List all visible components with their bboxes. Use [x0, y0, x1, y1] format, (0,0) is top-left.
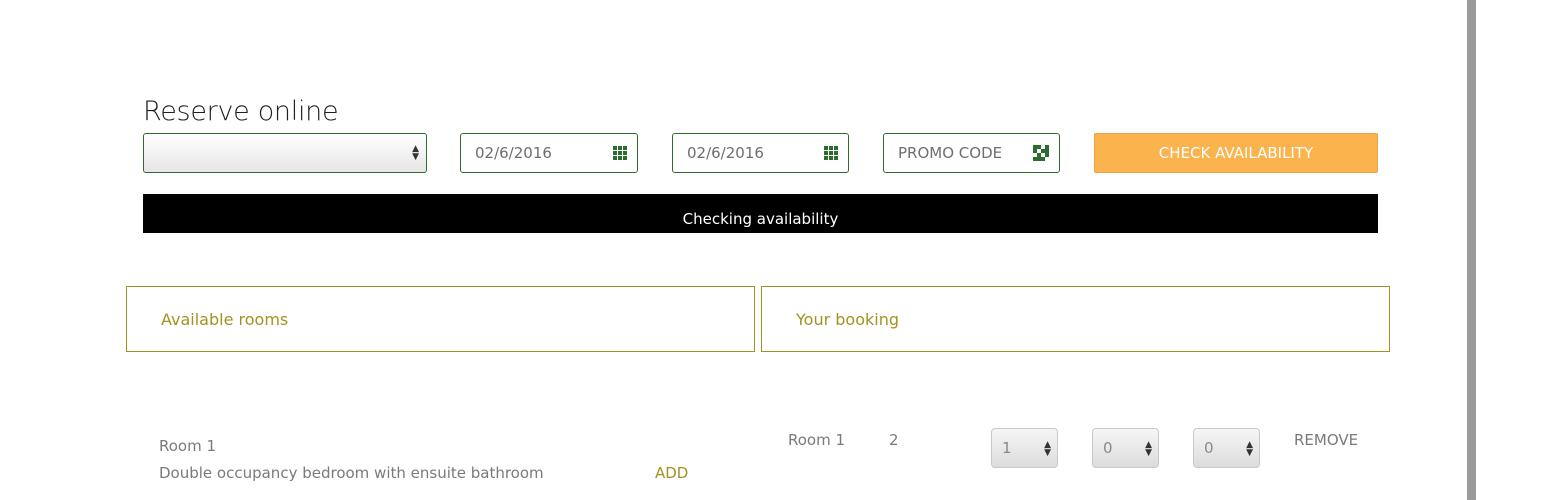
select-arrows-icon: ▲ ▼ — [1044, 440, 1051, 458]
available-rooms-panel: Available rooms — [126, 286, 755, 352]
qr-code-icon — [1033, 145, 1049, 161]
booking-select-2[interactable]: 0 ▲ ▼ — [1092, 428, 1159, 468]
check-availability-button[interactable]: CHECK AVAILABILITY — [1094, 133, 1378, 173]
booking-select-1[interactable]: 1 ▲ ▼ — [991, 428, 1058, 468]
remove-room-button[interactable]: REMOVE — [1294, 431, 1358, 449]
page-scrollbar[interactable] — [1467, 0, 1476, 500]
add-room-button[interactable]: ADD — [655, 464, 688, 482]
select-arrows-icon: ▲ ▼ — [412, 144, 419, 162]
available-rooms-heading: Available rooms — [161, 309, 289, 329]
status-bar: Checking availability — [143, 194, 1378, 233]
checkin-date-field[interactable]: 02/6/2016 — [460, 133, 638, 173]
booking-select-2-value: 0 — [1103, 439, 1113, 457]
select-arrows-icon: ▲ ▼ — [1145, 440, 1152, 458]
checkout-date-field[interactable]: 02/6/2016 — [672, 133, 849, 173]
promo-code-field[interactable]: PROMO CODE — [883, 133, 1060, 173]
checkout-date-value: 02/6/2016 — [687, 144, 764, 162]
booking-select-3-value: 0 — [1204, 439, 1214, 457]
page-title: Reserve online — [143, 96, 339, 127]
booking-room-count: 2 — [889, 431, 899, 449]
your-booking-panel: Your booking — [761, 286, 1390, 352]
select-arrows-icon: ▲ ▼ — [1246, 440, 1253, 458]
booking-select-3[interactable]: 0 ▲ ▼ — [1193, 428, 1260, 468]
promo-code-placeholder: PROMO CODE — [898, 144, 1003, 162]
hotel-select[interactable]: ▲ ▼ — [143, 133, 427, 173]
your-booking-heading: Your booking — [796, 309, 899, 329]
calendar-icon[interactable] — [613, 146, 627, 160]
status-text: Checking availability — [682, 210, 839, 228]
room-name: Room 1 — [159, 437, 217, 455]
calendar-icon[interactable] — [824, 146, 838, 160]
room-description: Double occupancy bedroom with ensuite ba… — [159, 464, 544, 482]
booking-room-name: Room 1 — [788, 431, 846, 449]
checkin-date-value: 02/6/2016 — [475, 144, 552, 162]
booking-select-1-value: 1 — [1002, 439, 1012, 457]
